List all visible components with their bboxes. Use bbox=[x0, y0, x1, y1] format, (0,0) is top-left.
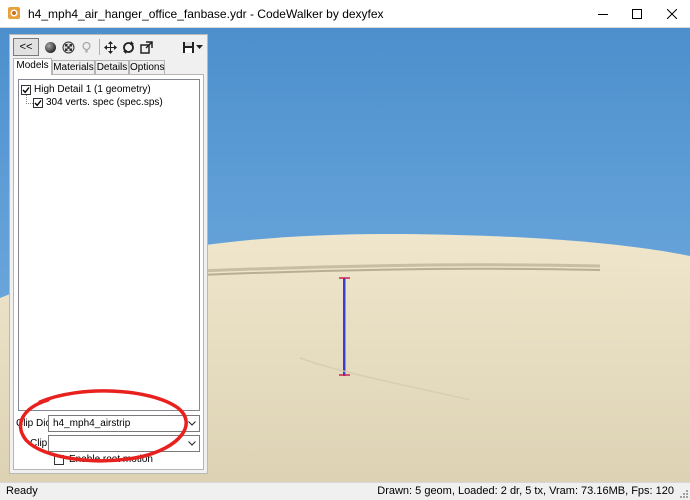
clip-combo[interactable] bbox=[48, 435, 200, 452]
checkmark-icon bbox=[22, 86, 30, 93]
window-title: h4_mph4_air_hanger_office_fanbase.ydr - … bbox=[28, 7, 384, 21]
enable-root-motion[interactable]: Enable root motion bbox=[54, 454, 153, 465]
tree-connector bbox=[26, 95, 33, 104]
tab-models[interactable]: Models bbox=[13, 58, 52, 75]
collapse-panel-button[interactable]: << bbox=[13, 38, 39, 56]
tree-item-high-detail[interactable]: High Detail 1 (1 geometry) bbox=[21, 83, 151, 96]
models-tab-page: High Detail 1 (1 geometry) 304 verts. sp… bbox=[13, 74, 204, 470]
chevron-down-icon bbox=[188, 421, 196, 426]
clip-dict-value: h4_mph4_airstrip bbox=[53, 418, 131, 429]
tree-item-geometry[interactable]: 304 verts. spec (spec.sps) bbox=[33, 96, 163, 109]
save-dropdown-button[interactable] bbox=[194, 38, 204, 56]
clip-label: Clip: bbox=[30, 438, 51, 449]
close-button[interactable] bbox=[655, 0, 689, 27]
scale-tool-button[interactable] bbox=[138, 38, 154, 56]
maximize-button[interactable] bbox=[620, 0, 654, 27]
dropdown-arrow-icon bbox=[195, 45, 203, 49]
status-ready: Ready bbox=[6, 485, 38, 497]
codewalker-app-icon bbox=[8, 7, 20, 19]
checkmark-icon bbox=[34, 99, 42, 106]
rotate-icon bbox=[122, 40, 134, 54]
minimize-button[interactable] bbox=[586, 0, 620, 27]
clip-dict-combo[interactable]: h4_mph4_airstrip bbox=[48, 415, 200, 432]
enable-root-motion-checkbox[interactable] bbox=[54, 454, 64, 465]
geometry-label: 304 verts. spec (spec.sps) bbox=[46, 97, 163, 108]
sphere-icon bbox=[44, 41, 56, 53]
status-stats: Drawn: 5 geom, Loaded: 2 dr, 5 tx, Vram:… bbox=[377, 485, 674, 497]
toolbar-separator bbox=[99, 39, 100, 55]
models-tree[interactable]: High Detail 1 (1 geometry) 304 verts. sp… bbox=[18, 79, 200, 411]
rotate-tool-button[interactable] bbox=[120, 38, 136, 56]
tab-details[interactable]: Details bbox=[95, 60, 129, 75]
scale-icon bbox=[139, 40, 153, 54]
checker-sphere-icon bbox=[62, 41, 74, 53]
wireframe-tool-button[interactable] bbox=[60, 38, 76, 56]
close-icon bbox=[667, 8, 677, 19]
minimize-icon bbox=[598, 13, 608, 15]
geometry-checkbox[interactable] bbox=[33, 97, 43, 108]
tab-options[interactable]: Options bbox=[129, 60, 165, 75]
title-bar: h4_mph4_air_hanger_office_fanbase.ydr - … bbox=[0, 0, 690, 28]
move-tool-button[interactable] bbox=[102, 38, 118, 56]
tool-panel: << Models Materials Details Options High… bbox=[9, 34, 208, 474]
light-tool-button[interactable] bbox=[78, 38, 94, 56]
enable-root-motion-label: Enable root motion bbox=[69, 454, 153, 465]
maximize-icon bbox=[632, 8, 642, 19]
resize-grip-icon[interactable] bbox=[678, 488, 689, 499]
status-bar: Ready Drawn: 5 geom, Loaded: 2 dr, 5 tx,… bbox=[0, 482, 690, 500]
tab-materials[interactable]: Materials bbox=[52, 60, 95, 75]
lightbulb-icon bbox=[82, 41, 90, 52]
move-arrows-icon bbox=[103, 40, 117, 54]
high-detail-checkbox[interactable] bbox=[21, 84, 31, 95]
save-disk-icon bbox=[182, 41, 194, 53]
sphere-tool-button[interactable] bbox=[42, 38, 58, 56]
chevron-down-icon bbox=[188, 441, 196, 446]
high-detail-label: High Detail 1 (1 geometry) bbox=[34, 84, 151, 95]
